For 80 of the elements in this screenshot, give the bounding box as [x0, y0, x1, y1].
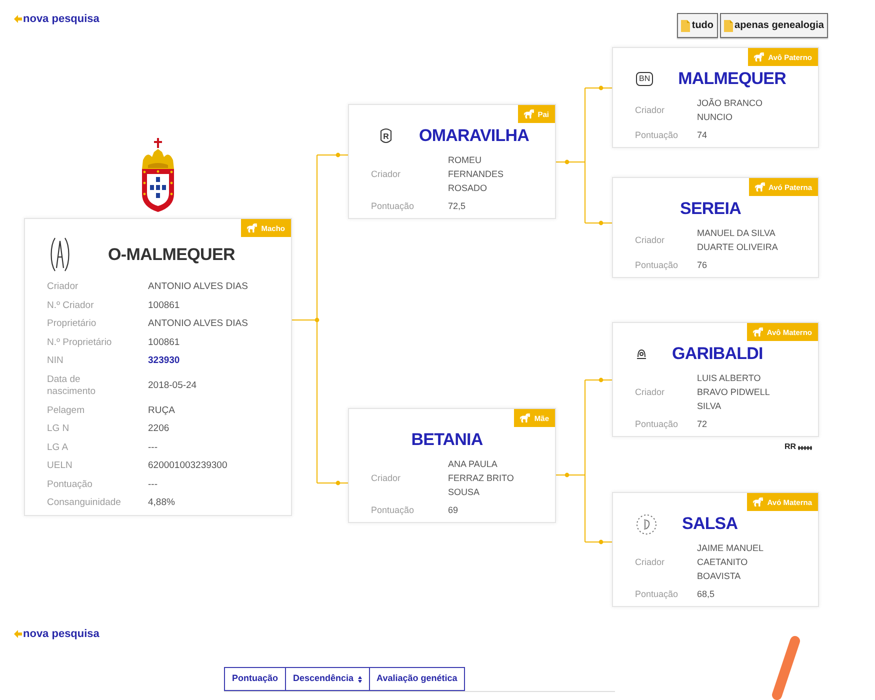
- field-label: Proprietário: [47, 317, 96, 331]
- field-label: Criador: [635, 556, 665, 569]
- field-value: 69: [448, 504, 458, 517]
- tab[interactable]: Avaliação genética: [368, 667, 466, 691]
- brand-mark: R: [380, 127, 392, 145]
- field-label: Pontuação: [635, 588, 678, 601]
- field-value: ROMEU FERNANDES ROSADO: [448, 154, 505, 195]
- field-value: 620001003239300: [148, 459, 228, 473]
- field-value: 4,88%: [148, 496, 175, 510]
- brand-mark-icon: [636, 349, 647, 359]
- field-value: 76: [697, 259, 708, 272]
- horse-icon: [754, 182, 764, 192]
- horse-icon: [247, 223, 258, 233]
- field-value: JOÃO BRANCO NUNCIO: [697, 97, 764, 124]
- horse-icon: [524, 109, 534, 119]
- field-label: Criador: [371, 472, 401, 485]
- field-label: Consanguinidade: [47, 496, 121, 510]
- arrow-left-icon: [14, 629, 22, 639]
- view-button[interactable]: apenas genealogia: [720, 13, 828, 38]
- horse-name-link[interactable]: GARIBALDI: [672, 344, 763, 364]
- brand-mark-icon: [798, 444, 812, 450]
- horse-name-link[interactable]: BETANIA: [411, 430, 483, 450]
- field-value: 72,5: [448, 200, 466, 213]
- new-search-link[interactable]: nova pesquisa: [14, 627, 100, 641]
- field-value: 74: [697, 129, 708, 142]
- horse-name-link[interactable]: SEREIA: [680, 199, 741, 219]
- field-value: 2018-05-24: [148, 378, 197, 393]
- field-value: 68,5: [697, 588, 715, 601]
- horse-name-link[interactable]: SALSA: [682, 514, 738, 534]
- field-label: N.º Proprietário: [47, 336, 112, 350]
- field-value: ---: [148, 440, 158, 454]
- horse-icon: [520, 413, 530, 423]
- document-icon: [724, 20, 733, 32]
- arrow-left-icon: [14, 14, 22, 24]
- tab[interactable]: Descendência: [285, 667, 370, 691]
- brand-mark-icon: [636, 514, 657, 534]
- field-label: UELN: [47, 459, 72, 473]
- field-label: LG N: [47, 422, 70, 436]
- field-label: Pontuação: [635, 418, 678, 431]
- field-label: Pontuação: [635, 259, 678, 272]
- field-value: 72: [697, 418, 708, 431]
- field-link[interactable]: 323930: [148, 352, 180, 370]
- field-label: Pontuação: [371, 200, 414, 213]
- field-value: ANTONIO ALVES DIAS: [148, 280, 248, 294]
- field-label: Pelagem: [47, 404, 84, 418]
- document-icon: [680, 20, 690, 32]
- new-search-link[interactable]: nova pesquisa: [14, 12, 100, 26]
- horse-icon: [753, 497, 764, 507]
- field-value: JAIME MANUEL CAETANITO BOAVISTA: [697, 542, 764, 583]
- field-label: Criador: [635, 386, 665, 399]
- horse-name-link[interactable]: MALMEQUER: [678, 69, 786, 89]
- field-value: LUIS ALBERTO BRAVO PIDWELL SILVA: [697, 372, 771, 413]
- brand-mark: BN: [636, 72, 654, 86]
- tab[interactable]: Pontuação: [224, 667, 286, 691]
- field-label: Pontuação: [635, 129, 678, 142]
- field-value: ANA PAULA FERRAZ BRITO SOUSA: [448, 458, 515, 499]
- field-label: N.º Criador: [47, 298, 94, 312]
- field-value: 100861: [148, 336, 180, 350]
- view-button[interactable]: tudo: [676, 13, 718, 38]
- field-label: Data de nascimento: [47, 372, 97, 399]
- brand-mark-icon: [50, 237, 70, 272]
- field-label: Criador: [47, 280, 78, 294]
- field-value: MANUEL DA SILVA DUARTE OLIVEIRA: [697, 227, 779, 254]
- field-value: ANTONIO ALVES DIAS: [148, 317, 248, 331]
- horse-name-link[interactable]: OMARAVILHA: [419, 126, 529, 146]
- horse-name: O-MALMEQUER: [108, 244, 236, 264]
- horse-icon: [754, 52, 764, 62]
- field-value: ---: [148, 478, 158, 492]
- field-label: LG A: [47, 440, 68, 454]
- field-label: Pontuação: [47, 478, 92, 492]
- field-label: Criador: [635, 234, 665, 247]
- field-label: NIN: [47, 354, 64, 368]
- field-label: Criador: [371, 168, 401, 181]
- field-value: RUÇA: [148, 404, 175, 418]
- field-value: 2206: [148, 422, 170, 436]
- field-value: 100861: [148, 298, 180, 312]
- brand-code: RR: [784, 442, 796, 452]
- horse-icon: [752, 327, 763, 337]
- field-label: Pontuação: [371, 504, 414, 517]
- field-label: Criador: [635, 104, 665, 117]
